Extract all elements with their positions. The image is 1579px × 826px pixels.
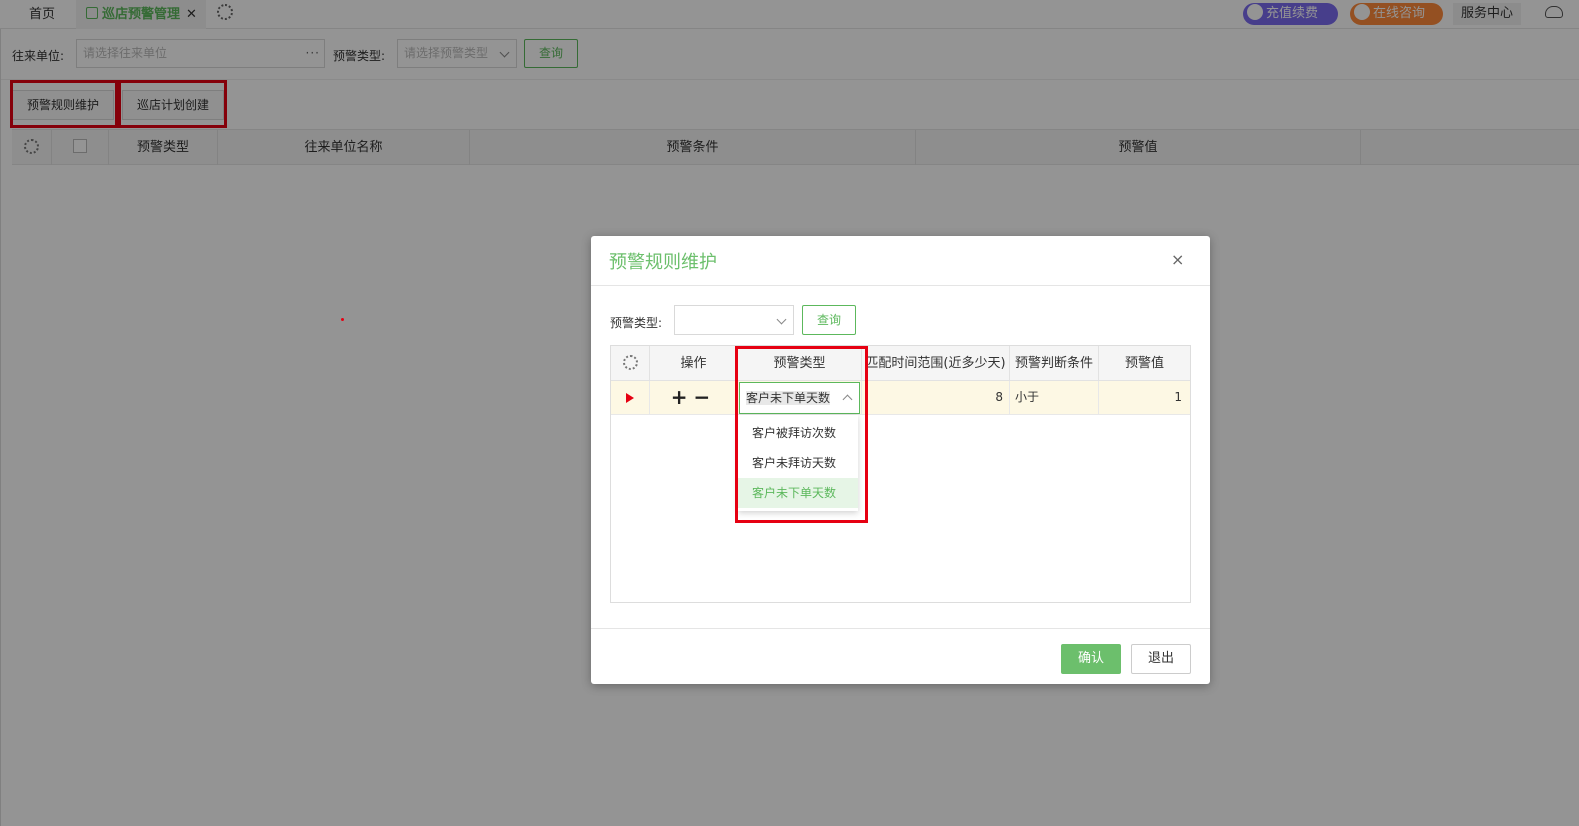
row-operations[interactable]: +− — [650, 381, 738, 414]
rule-grid-settings[interactable] — [611, 346, 650, 381]
dialog-footer-divider — [591, 628, 1210, 629]
settings-icon[interactable] — [622, 355, 638, 370]
close-icon[interactable]: × — [1171, 250, 1184, 269]
row-judge-condition[interactable]: 小于 — [1010, 381, 1099, 414]
row-indicator — [611, 381, 650, 414]
dialog-title: 预警规则维护 — [609, 252, 717, 273]
dialog-type-label: 预警类型: — [610, 316, 663, 330]
col-rule-value[interactable]: 预警值 — [1099, 346, 1190, 381]
add-remove-row-icons[interactable]: +− — [671, 385, 717, 409]
exit-button[interactable]: 退出 — [1131, 644, 1191, 674]
confirm-button[interactable]: 确认 — [1061, 644, 1121, 674]
table-row[interactable]: +− 客户未下单天数 8 小于 1 — [611, 381, 1190, 415]
highlight-box-type-column — [735, 346, 868, 523]
col-judge-condition[interactable]: 预警判断条件 — [1010, 346, 1099, 381]
dialog-header: 预警规则维护 × — [591, 236, 1210, 286]
cursor-dot — [341, 318, 344, 321]
row-value[interactable]: 1 — [1099, 381, 1190, 414]
col-operation[interactable]: 操作 — [650, 346, 738, 381]
current-row-arrow-icon — [626, 393, 634, 403]
rule-maintenance-dialog: 预警规则维护 × 预警类型: 查询 操作 预警类型 匹配时间范围(近多少天) 预… — [591, 236, 1210, 684]
col-time-range[interactable]: 匹配时间范围(近多少天) — [862, 346, 1010, 381]
dialog-query-button[interactable]: 查询 — [802, 305, 856, 335]
row-time-range[interactable]: 8 — [862, 381, 1010, 414]
rule-grid-header: 操作 预警类型 匹配时间范围(近多少天) 预警判断条件 预警值 — [611, 346, 1190, 381]
chevron-down-icon — [776, 314, 787, 325]
rule-grid: 操作 预警类型 匹配时间范围(近多少天) 预警判断条件 预警值 +− 客户未下单… — [610, 345, 1191, 603]
dialog-type-select[interactable] — [674, 305, 794, 335]
